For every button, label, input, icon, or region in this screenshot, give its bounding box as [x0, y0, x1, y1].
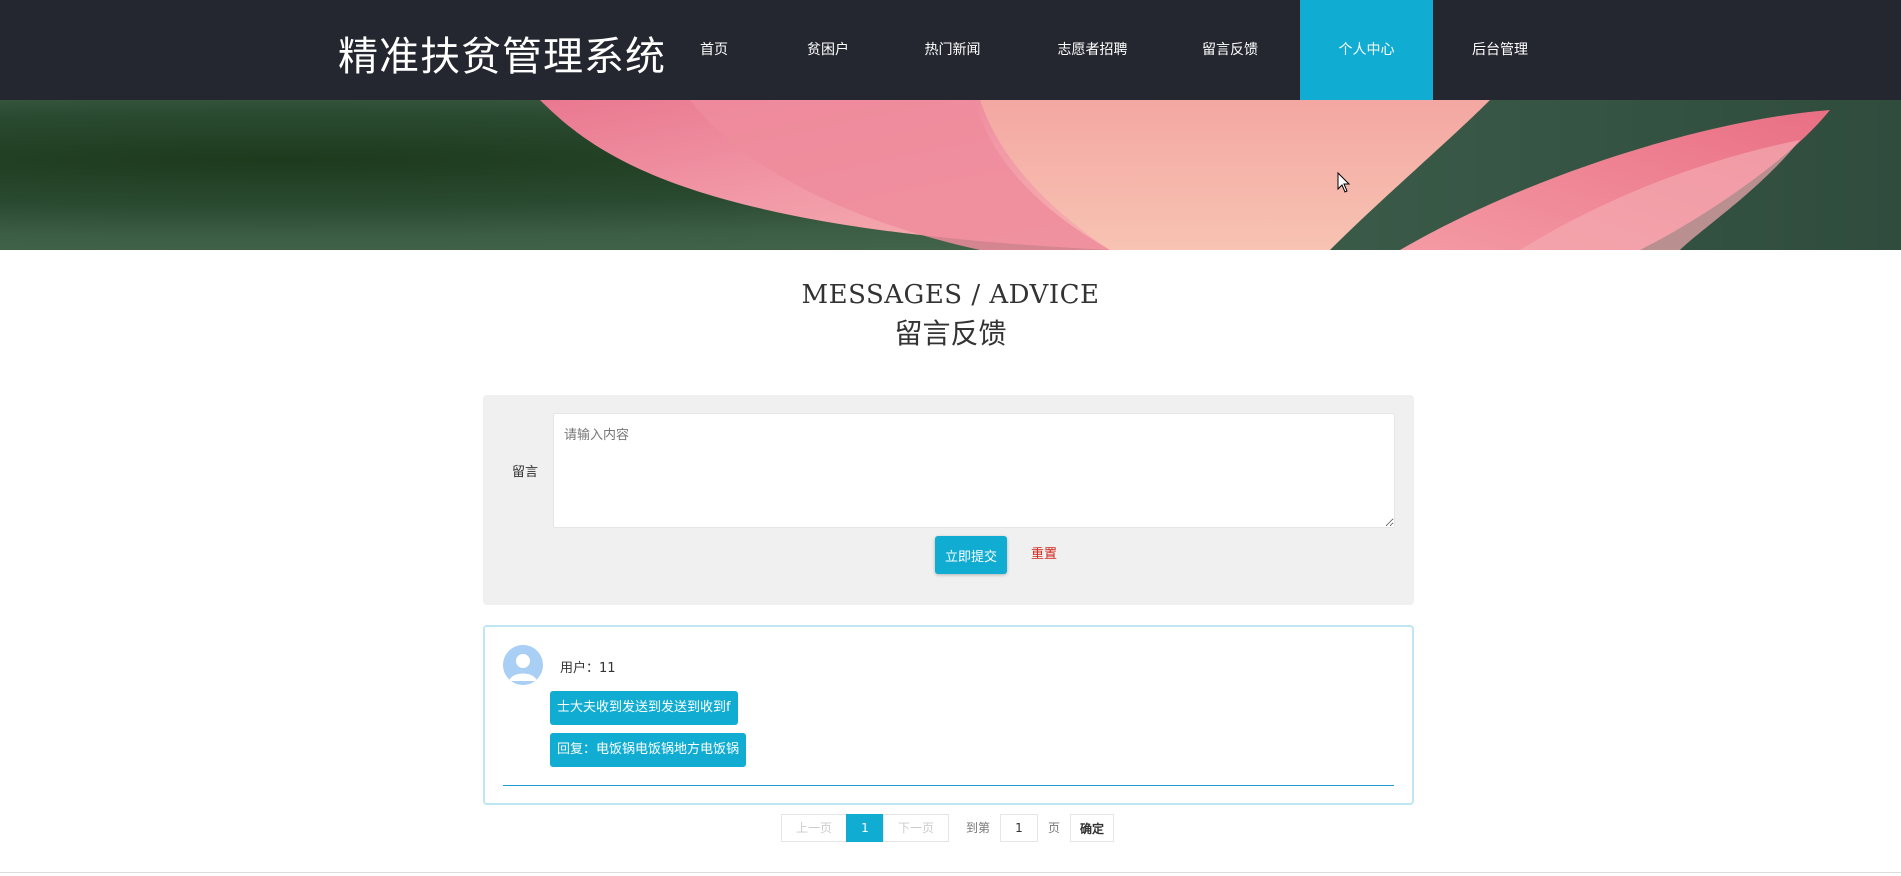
- next-page-button[interactable]: 下一页: [883, 814, 949, 842]
- page-suffix-label: 页: [1048, 821, 1061, 835]
- message-form: 留言 立即提交 重置: [483, 395, 1414, 605]
- nav-item-admin[interactable]: 后台管理: [1460, 0, 1540, 100]
- message-divider: [503, 785, 1394, 786]
- page-1-button[interactable]: 1: [846, 814, 884, 842]
- nav-item-hot-news[interactable]: 热门新闻: [910, 0, 995, 100]
- page-number-input[interactable]: [1000, 814, 1038, 842]
- nav-item-feedback[interactable]: 留言反馈: [1190, 0, 1270, 100]
- section-title-en: MESSAGES / ADVICE: [801, 280, 1100, 310]
- user-avatar-icon: [503, 645, 543, 685]
- message-reply: 回复：电饭锅电饭锅地方电饭锅: [550, 733, 747, 767]
- section-title-cn: 留言反馈: [894, 317, 1007, 350]
- site-title: 精准扶贫管理系统: [338, 34, 666, 80]
- nav-item-personal-center[interactable]: 个人中心: [1300, 0, 1433, 100]
- goto-confirm-button[interactable]: 确定: [1070, 814, 1114, 842]
- goto-label: 到第: [966, 821, 991, 835]
- message-item: 用户：11 士大夫收到发送到发送到收到f 回复：电饭锅电饭锅地方电饭锅: [483, 625, 1414, 805]
- submit-button[interactable]: 立即提交: [935, 536, 1007, 574]
- avatar: [503, 645, 543, 685]
- reset-button[interactable]: 重置: [1023, 536, 1065, 574]
- lotus-flower-image: [540, 100, 1901, 250]
- message-input[interactable]: [553, 413, 1395, 528]
- page-bottom-border: [0, 872, 1901, 876]
- message-user: 用户：11: [560, 661, 616, 676]
- nav-item-poor-households[interactable]: 贫困户: [793, 0, 863, 100]
- mouse-cursor-icon: [1337, 172, 1351, 193]
- nav-item-volunteer-recruit[interactable]: 志愿者招聘: [1045, 0, 1140, 100]
- message-label: 留言: [512, 465, 539, 480]
- message-content: 士大夫收到发送到发送到收到f: [550, 691, 738, 725]
- prev-page-button[interactable]: 上一页: [781, 814, 847, 842]
- nav-item-home[interactable]: 首页: [684, 0, 744, 100]
- top-header: 精准扶贫管理系统 首页 贫困户 热门新闻 志愿者招聘 留言反馈 个人中心 后台管…: [0, 0, 1901, 100]
- lotus-banner: [0, 100, 1901, 250]
